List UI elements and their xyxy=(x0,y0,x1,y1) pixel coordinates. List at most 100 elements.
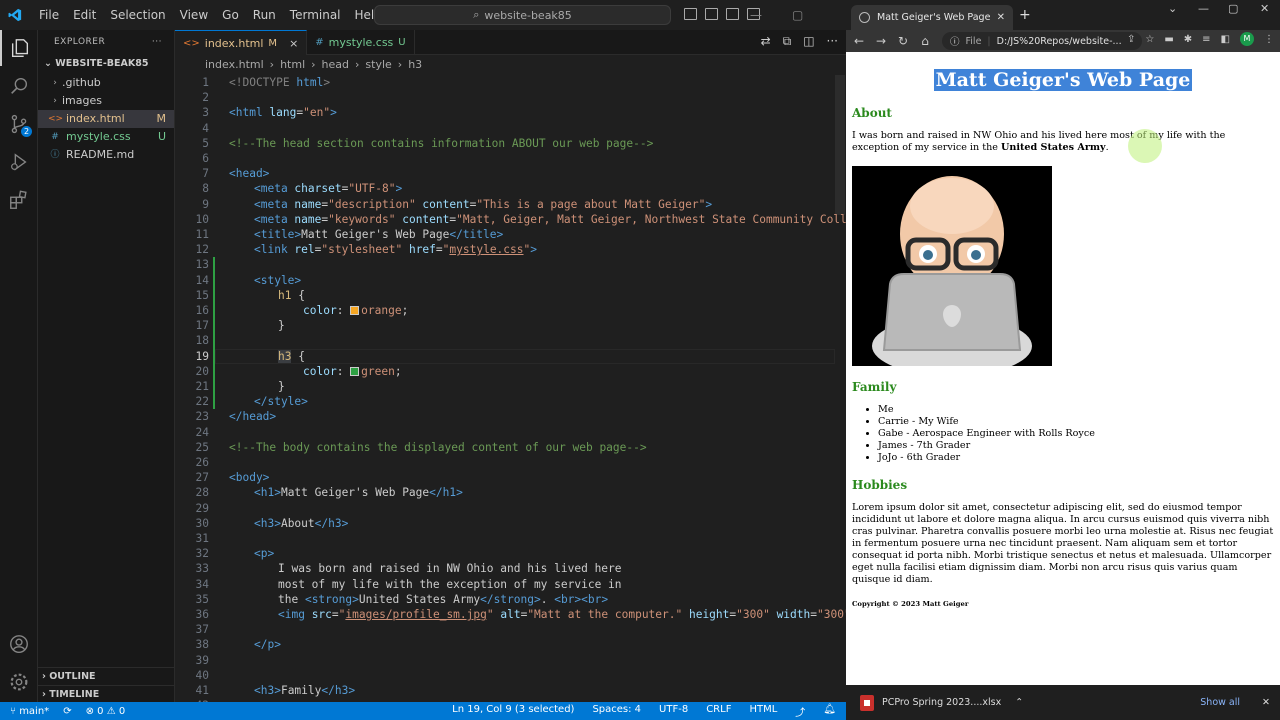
profile-avatar[interactable]: M xyxy=(1240,32,1254,46)
menu-go[interactable]: Go xyxy=(215,0,246,30)
menu-run[interactable]: Run xyxy=(246,0,283,30)
chevron-down-icon[interactable]: ⌄ xyxy=(1168,2,1177,15)
vscode-logo-icon xyxy=(8,8,22,22)
tree-item-github[interactable]: › .github xyxy=(38,74,174,92)
browser-tab[interactable]: Matt Geiger's Web Page ✕ xyxy=(851,5,1013,30)
browser-toolbar: ← → ↻ ⌂ ⓘ File | D:/JS%20Repos/website-.… xyxy=(846,30,1280,52)
close-tab-icon[interactable]: ✕ xyxy=(997,12,1005,23)
tab-mystyle-css[interactable]: # mystyle.css U xyxy=(307,30,415,55)
menu-file[interactable]: File xyxy=(32,0,66,30)
side-panel-icon[interactable]: ◧ xyxy=(1221,34,1230,45)
breadcrumb-file[interactable]: index.html xyxy=(205,55,264,75)
menu-selection[interactable]: Selection xyxy=(103,0,172,30)
chevron-up-icon[interactable]: ⌃ xyxy=(1015,697,1023,708)
menu-terminal[interactable]: Terminal xyxy=(283,0,348,30)
color-swatch-green[interactable] xyxy=(350,366,360,376)
breadcrumb-h3[interactable]: h3 xyxy=(408,55,422,75)
minimize-icon[interactable]: — xyxy=(750,8,762,22)
breadcrumb-head[interactable]: head xyxy=(322,55,349,75)
cursor-position[interactable]: Ln 19, Col 9 (3 selected) xyxy=(452,704,574,719)
indentation[interactable]: Spaces: 4 xyxy=(592,704,641,719)
share-icon[interactable]: ⇪ xyxy=(1127,34,1135,45)
media-control-icon[interactable]: ≡ xyxy=(1202,34,1210,45)
open-preview-icon[interactable]: ⧉ xyxy=(783,34,792,49)
accounts-icon[interactable] xyxy=(0,626,38,662)
extension-icon[interactable]: ▬ xyxy=(1164,34,1173,45)
excel-file-icon xyxy=(860,694,874,711)
tab-index-html[interactable]: <> index.html M × xyxy=(175,30,308,55)
encoding[interactable]: UTF-8 xyxy=(659,704,688,719)
breadcrumb-style[interactable]: style xyxy=(365,55,391,75)
reload-icon[interactable]: ↻ xyxy=(892,34,914,48)
show-all-button[interactable]: Show all xyxy=(1200,697,1240,708)
home-icon[interactable]: ⌂ xyxy=(914,34,936,48)
more-actions-icon[interactable]: ··· xyxy=(152,30,162,54)
source-control-icon[interactable]: 2 xyxy=(0,106,38,142)
maximize-icon[interactable]: ▢ xyxy=(1228,2,1238,15)
run-debug-icon[interactable] xyxy=(0,144,38,180)
line-number: 34 xyxy=(195,577,209,591)
tree-item-images[interactable]: › images xyxy=(38,92,174,110)
sync-icon[interactable]: ⟳ xyxy=(63,706,71,717)
minimize-icon[interactable]: — xyxy=(1198,2,1209,15)
more-actions-icon[interactable]: ··· xyxy=(827,34,838,49)
menu-view[interactable]: View xyxy=(173,0,215,30)
html-file-icon: <> xyxy=(48,114,64,124)
page-heading: Matt Geiger's Web Page xyxy=(852,68,1274,92)
language-mode[interactable]: HTML xyxy=(749,704,777,719)
line-number: 9 xyxy=(202,197,209,211)
close-icon[interactable]: ✕ xyxy=(1262,697,1270,708)
close-window-icon[interactable]: ✕ xyxy=(1260,2,1269,15)
added-lines-gutter xyxy=(213,257,215,410)
family-list: Me Carrie - My Wife Gabe - Aerospace Eng… xyxy=(852,404,1274,464)
restore-icon[interactable]: ▢ xyxy=(792,8,803,22)
tree-item-index-html[interactable]: <> index.html M xyxy=(38,110,174,128)
split-editor-icon[interactable]: ◫ xyxy=(803,34,814,49)
address-text: D:/JS%20Repos/website-... xyxy=(996,35,1122,47)
toggle-panel-icon[interactable] xyxy=(705,8,718,20)
code-line: <meta name="keywords" content="Matt, Gei… xyxy=(254,212,880,226)
address-bar[interactable]: ⓘ File | D:/JS%20Repos/website-... xyxy=(942,32,1142,50)
download-filename[interactable]: PCPro Spring 2023....xlsx xyxy=(882,697,1001,708)
manage-gear-icon[interactable] xyxy=(0,664,38,700)
explorer-icon[interactable] xyxy=(0,30,38,66)
menu-edit[interactable]: Edit xyxy=(66,0,103,30)
profile-image xyxy=(852,166,1052,366)
extensions-icon[interactable] xyxy=(0,182,38,218)
timeline-section[interactable]: › TIMELINE xyxy=(38,685,175,703)
code-line: <body> xyxy=(229,471,270,485)
outline-section[interactable]: › OUTLINE xyxy=(38,667,175,685)
status-bar: ⑂ main* ⟳ ⊗ 0 ⚠ 0 Ln 19, Col 9 (3 select… xyxy=(0,702,846,720)
notifications-bell-icon[interactable]: 🔔︎ xyxy=(823,704,836,719)
breadcrumb-html[interactable]: html xyxy=(280,55,305,75)
more-menu-icon[interactable]: ⋮ xyxy=(1264,34,1274,45)
tree-item-mystyle-css[interactable]: # mystyle.css U xyxy=(38,128,174,146)
line-number: 19 xyxy=(195,349,209,363)
toggle-secondary-sidebar-icon[interactable] xyxy=(726,8,739,20)
problems-indicator[interactable]: ⊗ 0 ⚠ 0 xyxy=(86,706,126,717)
compare-changes-icon[interactable]: ⇄ xyxy=(761,34,771,49)
new-tab-plus-icon[interactable]: + xyxy=(1019,7,1031,23)
list-item: Gabe - Aerospace Engineer with Rolls Roy… xyxy=(878,428,1274,440)
puzzle-extensions-icon[interactable]: ✱ xyxy=(1184,34,1192,45)
search-icon[interactable] xyxy=(0,68,38,104)
close-icon[interactable]: × xyxy=(289,37,298,50)
forward-arrow-icon[interactable]: → xyxy=(870,34,892,48)
scrollbar-slider[interactable] xyxy=(835,75,845,215)
branch-indicator[interactable]: ⑂ main* xyxy=(10,706,49,717)
line-endings[interactable]: CRLF xyxy=(706,704,731,719)
back-arrow-icon[interactable]: ← xyxy=(848,34,870,48)
tree-item-readme[interactable]: ⓘ README.md xyxy=(38,146,174,164)
workspace-folder[interactable]: ⌄ WEBSITE-BEAK85 xyxy=(38,54,174,74)
browser-tab-strip: Matt Geiger's Web Page ✕ + ⌄ — ▢ ✕ xyxy=(846,0,1280,30)
color-swatch-orange[interactable] xyxy=(350,306,360,315)
live-share-icon[interactable]: ⤴ xyxy=(795,704,805,719)
code-line: <h3>Family</h3> xyxy=(254,684,356,697)
code-line: <img src="images/profile_sm.jpg" alt="Ma… xyxy=(278,608,857,621)
line-number: 7 xyxy=(202,167,209,181)
toggle-sidebar-icon[interactable] xyxy=(684,8,697,20)
bookmark-star-icon[interactable]: ☆ xyxy=(1145,34,1154,45)
line-number: 5 xyxy=(202,136,209,150)
code-editor[interactable]: 1 2 3 4 5 6 7 8 9 10 11 12 13 14 15 16 17 18 19 20 21 22 23 24 2… xyxy=(175,75,880,712)
command-center-search[interactable]: ⌕ website-beak85 xyxy=(374,5,671,25)
